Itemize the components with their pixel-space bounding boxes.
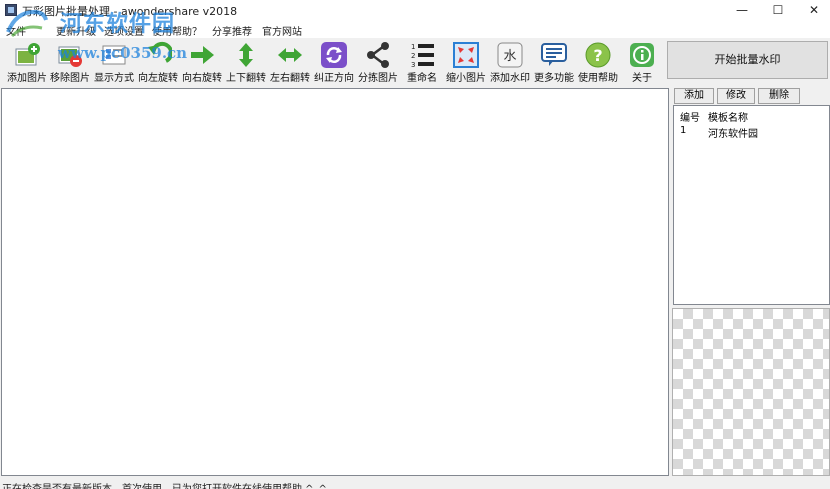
tool-label: 添加水印 (490, 73, 530, 84)
app-window: 万彩图片批量处理 - awondershare v2018 — ☐ ✕ 文件 更… (0, 0, 830, 489)
tool-label: 显示方式 (94, 73, 134, 84)
site-logo (6, 9, 48, 38)
shrink-image-icon (453, 42, 479, 68)
maximize-button[interactable]: ☐ (760, 0, 796, 20)
tool-label: 使用帮助 (578, 73, 618, 84)
template-panel: 添加 修改 删除 编号 模板名称 1 河东软件园 (672, 86, 830, 476)
status-bar: 正在检查是否有最新版本 首次使用，已为您打开软件在线使用帮助 ^_^ (0, 478, 830, 489)
correct-orientation-button[interactable]: 纠正方向 (313, 38, 355, 86)
add-image-button[interactable]: 添加图片 (6, 38, 48, 86)
tool-label: 重命名 (407, 73, 437, 84)
tool-label: 纠正方向 (314, 73, 354, 84)
tool-label: 上下翻转 (226, 73, 266, 84)
close-button[interactable]: ✕ (796, 0, 830, 20)
status-update-check: 正在检查是否有最新版本 (2, 480, 112, 489)
tab-add[interactable]: 添加 (674, 88, 714, 104)
row-id: 1 (680, 125, 687, 136)
svg-text:1: 1 (411, 43, 415, 51)
flip-horizontal-icon (278, 48, 302, 62)
add-watermark-button[interactable]: 水 添加水印 (489, 38, 531, 86)
row-name: 河东软件园 (708, 129, 758, 140)
rotate-right-icon (191, 46, 214, 64)
watermark-preview (672, 308, 830, 476)
menu-website[interactable]: 官方网站 (262, 23, 302, 38)
menu-share[interactable]: 分享推荐 (212, 23, 252, 38)
tool-label: 更多功能 (534, 73, 574, 84)
tool-label: 左右翻转 (270, 73, 310, 84)
help-icon: ? (585, 42, 611, 68)
tool-label: 向右旋转 (182, 73, 222, 84)
start-batch-watermark-button[interactable]: 开始批量水印 (667, 41, 828, 79)
flip-vertical-icon (239, 43, 253, 67)
more-features-button[interactable]: 更多功能 (533, 38, 575, 86)
more-features-icon (541, 43, 567, 66)
svg-text:2: 2 (411, 52, 415, 60)
column-header-name[interactable]: 模板名称 (708, 109, 748, 124)
status-message: 首次使用，已为您打开软件在线使用帮助 ^_^ (122, 480, 327, 489)
tab-delete[interactable]: 删除 (758, 88, 800, 104)
correct-orientation-icon (321, 42, 347, 68)
tool-label: 向左旋转 (138, 73, 178, 84)
minimize-button[interactable]: — (724, 0, 760, 20)
column-header-id[interactable]: 编号 (680, 109, 700, 124)
tool-label: 分拣图片 (358, 73, 398, 84)
help-button[interactable]: ? 使用帮助 (577, 38, 619, 86)
svg-text:3: 3 (411, 61, 415, 69)
tool-label: 移除图片 (50, 73, 90, 84)
rename-button[interactable]: 1 2 3 重命名 (401, 38, 443, 86)
svg-text:?: ? (593, 46, 602, 65)
flip-vertical-button[interactable]: 上下翻转 (225, 38, 267, 86)
add-image-icon (15, 43, 40, 66)
tool-label: 关于 (632, 73, 652, 84)
template-tabs: 添加 修改 删除 (672, 88, 830, 104)
image-list-panel[interactable] (1, 88, 669, 476)
sort-images-icon (367, 42, 389, 68)
tab-edit[interactable]: 修改 (717, 88, 755, 104)
template-list[interactable]: 编号 模板名称 1 河东软件园 (673, 105, 830, 305)
rename-icon: 1 2 3 (411, 43, 434, 69)
flip-horizontal-button[interactable]: 左右翻转 (269, 38, 311, 86)
shrink-image-button[interactable]: 缩小图片 (445, 38, 487, 86)
about-icon (630, 43, 654, 67)
watermark-brand: 河东软件园 (60, 12, 176, 37)
svg-text:水: 水 (503, 49, 516, 64)
tool-label: 缩小图片 (446, 73, 486, 84)
rotate-right-button[interactable]: 向右旋转 (181, 38, 223, 86)
sort-images-button[interactable]: 分拣图片 (357, 38, 399, 86)
add-watermark-icon: 水 (497, 42, 523, 68)
watermark-url: www.pc0359.cn (58, 44, 188, 62)
about-button[interactable]: 关于 (621, 38, 663, 86)
